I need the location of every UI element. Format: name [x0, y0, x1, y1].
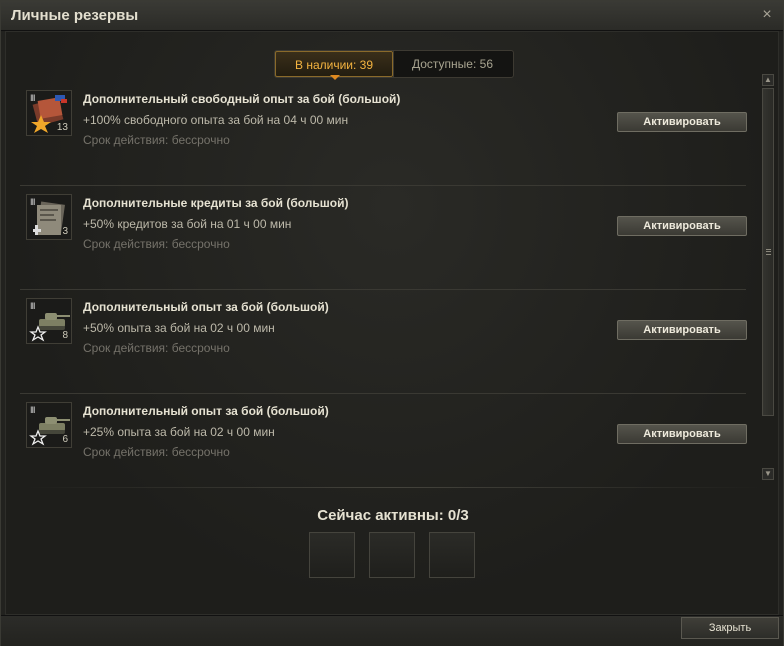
tab-active-arrow-icon: [330, 75, 340, 80]
scroll-grip-icon: [766, 249, 771, 255]
window-title: Личные резервы: [11, 7, 139, 24]
reserve-term: Срок действия: бессрочно: [83, 341, 230, 355]
scroll-thumb[interactable]: [762, 88, 774, 416]
reserve-level: III: [30, 301, 35, 311]
divider: [26, 487, 762, 488]
active-reserves-title: Сейчас активны: 0/3: [317, 507, 469, 524]
tab-in-stock-label: В наличии: 39: [294, 58, 374, 72]
xp-tank-icon: III 8: [26, 298, 72, 344]
reserve-title: Дополнительный опыт за бой (большой): [83, 300, 329, 314]
active-slot-1[interactable]: [309, 532, 355, 578]
activate-button[interactable]: Активировать: [617, 320, 747, 340]
titlebar: Личные резервы ×: [1, 1, 783, 31]
close-button[interactable]: Закрыть: [681, 617, 779, 639]
reserves-window: Личные резервы × В наличии: 39 Доступные…: [0, 0, 784, 646]
scroll-up-icon[interactable]: ▲: [762, 74, 774, 86]
tab-in-stock[interactable]: В наличии: 39: [275, 51, 393, 80]
scroll-down-icon[interactable]: ▼: [762, 468, 774, 480]
credits-icon: III 3: [26, 194, 72, 240]
reserve-title: Дополнительные кредиты за бой (большой): [83, 196, 349, 210]
reserve-item: III 8 Дополнительный опыт за бой (большо…: [20, 290, 747, 394]
reserve-level: III: [30, 405, 35, 415]
reserve-term: Срок действия: бессрочно: [83, 237, 230, 251]
close-icon[interactable]: ×: [757, 5, 777, 25]
reserve-description: +100% свободного опыта за бой на 04 ч 00…: [83, 113, 349, 127]
active-slots: [309, 532, 475, 578]
reserve-list: III 13 Дополнительный свободный опыт за …: [20, 82, 747, 482]
active-slot-2[interactable]: [369, 532, 415, 578]
reserve-item: III 13 Дополнительный свободный опыт за …: [20, 82, 747, 186]
reserve-level: III: [30, 93, 35, 103]
footer: [1, 615, 783, 646]
content-panel: В наличии: 39 Доступные: 56 III 13 Допол…: [5, 31, 779, 615]
tab-bar: В наличии: 39 Доступные: 56: [274, 50, 514, 80]
reserve-title: Дополнительный свободный опыт за бой (бо…: [83, 92, 401, 106]
free-xp-icon: III 13: [26, 90, 72, 136]
xp-tank-icon: III 6: [26, 402, 72, 448]
activate-button[interactable]: Активировать: [617, 216, 747, 236]
reserve-term: Срок действия: бессрочно: [83, 445, 230, 459]
reserve-item: III 3 Дополнительные кредиты за бой (бол…: [20, 186, 747, 290]
reserve-level: III: [30, 197, 35, 207]
reserve-description: +25% опыта за бой на 02 ч 00 мин: [83, 425, 275, 439]
reserve-count: 8: [62, 330, 68, 341]
tab-available[interactable]: Доступные: 56: [393, 51, 511, 77]
tab-available-label: Доступные: 56: [411, 57, 493, 71]
reserve-description: +50% кредитов за бой на 01 ч 00 мин: [83, 217, 292, 231]
reserve-description: +50% опыта за бой на 02 ч 00 мин: [83, 321, 275, 335]
reserve-count: 3: [62, 226, 68, 237]
scrollbar[interactable]: ▲ ▼: [762, 74, 774, 480]
active-slot-3[interactable]: [429, 532, 475, 578]
activate-button[interactable]: Активировать: [617, 112, 747, 132]
activate-button[interactable]: Активировать: [617, 424, 747, 444]
reserve-item: III 6 Дополнительный опыт за бой (большо…: [20, 394, 747, 498]
reserve-term: Срок действия: бессрочно: [83, 133, 230, 147]
reserve-count: 6: [62, 434, 68, 445]
reserve-count: 13: [56, 122, 68, 133]
reserve-title: Дополнительный опыт за бой (большой): [83, 404, 329, 418]
